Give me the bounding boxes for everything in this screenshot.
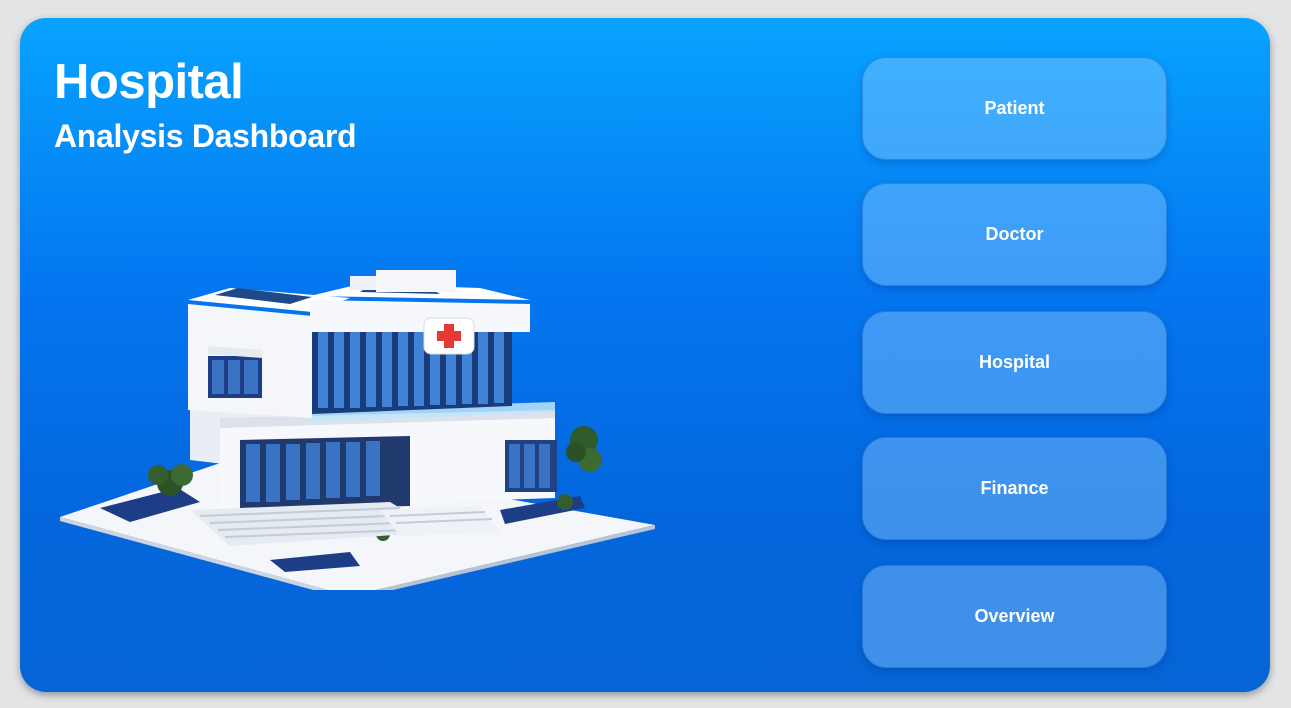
- nav-button-label: Finance: [980, 478, 1049, 498]
- nav-button-overview[interactable]: Overview: [862, 565, 1167, 668]
- nav-button-label: Patient: [984, 98, 1045, 118]
- page-subtitle: Analysis Dashboard: [54, 118, 357, 154]
- nav-button-label: Overview: [974, 606, 1055, 626]
- page-title: Hospital: [54, 55, 244, 109]
- dashboard-panel: Hospital Analysis Dashboard Patient Doct…: [20, 18, 1270, 692]
- nav-button-label: Hospital: [978, 352, 1050, 372]
- nav-button-doctor[interactable]: Doctor: [862, 183, 1167, 286]
- nav-button-patient[interactable]: Patient: [862, 57, 1167, 160]
- entrance-glass: [246, 441, 380, 502]
- nav-button-finance[interactable]: Finance: [862, 437, 1167, 540]
- hospital-building-illustration: [60, 270, 655, 590]
- nav-button-label: Doctor: [985, 224, 1044, 244]
- nav-button-hospital[interactable]: Hospital: [862, 311, 1167, 414]
